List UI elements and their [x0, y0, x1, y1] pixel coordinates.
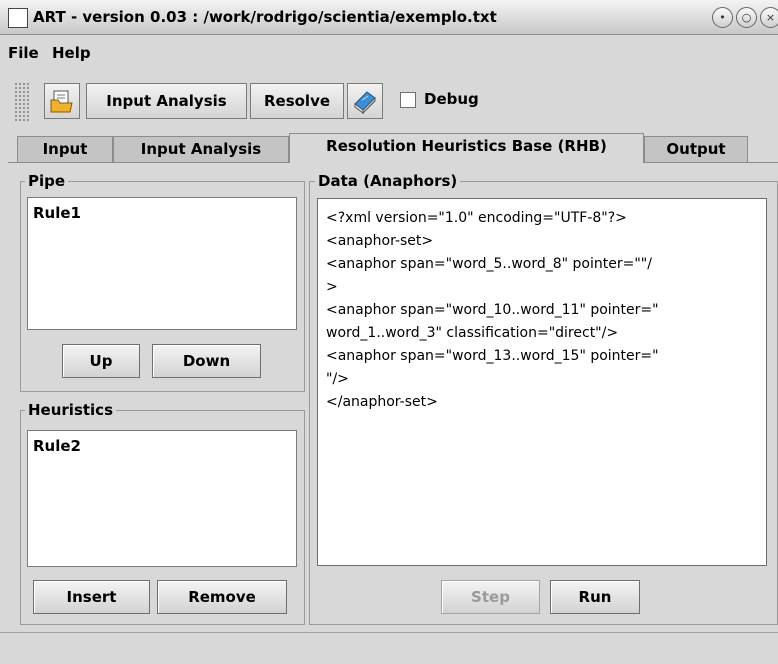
tab-output[interactable]: Output: [644, 136, 748, 162]
book-icon: [354, 91, 376, 115]
tab-input[interactable]: Input: [17, 136, 113, 162]
heuristics-title: Heuristics: [25, 401, 117, 419]
xml-line: <anaphor span="word_13..word_15" pointer…: [326, 348, 659, 364]
close-icon[interactable]: ×: [760, 7, 778, 28]
xml-line: <anaphor span="word_5..word_8" pointer="…: [326, 256, 652, 272]
debug-label: Debug: [424, 90, 479, 108]
toolbar: Input Analysis Resolve: [0, 67, 778, 127]
xml-line: <anaphor span="word_10..word_11" pointer…: [326, 302, 659, 318]
list-item[interactable]: Rule2: [33, 437, 81, 455]
maximize-icon[interactable]: ○: [736, 7, 757, 28]
status-bar: [0, 632, 778, 664]
xml-line: word_1..word_3" classification="direct"/…: [326, 325, 619, 341]
remove-button[interactable]: Remove: [157, 580, 287, 614]
open-file-button[interactable]: [44, 83, 80, 119]
up-button[interactable]: Up: [62, 344, 140, 378]
anaphors-textarea[interactable]: <?xml version="1.0" encoding="UTF-8"?> <…: [317, 198, 767, 566]
pipe-list[interactable]: Rule1: [27, 197, 297, 330]
tab-rhb[interactable]: Resolution Heuristics Base (RHB): [289, 133, 644, 163]
menu-bar: File Help: [0, 35, 778, 66]
tab-input-analysis[interactable]: Input Analysis: [113, 136, 289, 162]
title-bar: ART - version 0.03 : /work/rodrigo/scien…: [0, 0, 778, 35]
folder-document-icon: [50, 90, 73, 113]
list-item[interactable]: Rule1: [33, 204, 81, 222]
xml-line: <anaphor-set>: [326, 233, 434, 249]
heuristics-list[interactable]: Rule2: [27, 430, 297, 567]
input-analysis-button[interactable]: Input Analysis: [86, 83, 247, 119]
app-icon: [8, 8, 28, 28]
book-button[interactable]: [347, 83, 383, 119]
minimize-icon[interactable]: •: [712, 7, 733, 28]
window-title: ART - version 0.03 : /work/rodrigo/scien…: [33, 8, 497, 26]
xml-line: </anaphor-set>: [326, 394, 438, 410]
insert-button[interactable]: Insert: [33, 580, 150, 614]
xml-line: "/>: [326, 371, 349, 387]
xml-line: <?xml version="1.0" encoding="UTF-8"?>: [326, 210, 627, 226]
menu-help[interactable]: Help: [52, 44, 91, 62]
run-button[interactable]: Run: [550, 580, 640, 614]
pipe-title: Pipe: [25, 172, 69, 190]
menu-file[interactable]: File: [8, 44, 39, 62]
xml-line: >: [326, 279, 338, 295]
resolve-button[interactable]: Resolve: [250, 83, 344, 119]
step-button[interactable]: Step: [441, 580, 540, 614]
debug-checkbox[interactable]: [400, 92, 416, 108]
down-button[interactable]: Down: [152, 344, 261, 378]
toolbar-grip[interactable]: [14, 82, 29, 122]
data-title: Data (Anaphors): [315, 172, 461, 190]
